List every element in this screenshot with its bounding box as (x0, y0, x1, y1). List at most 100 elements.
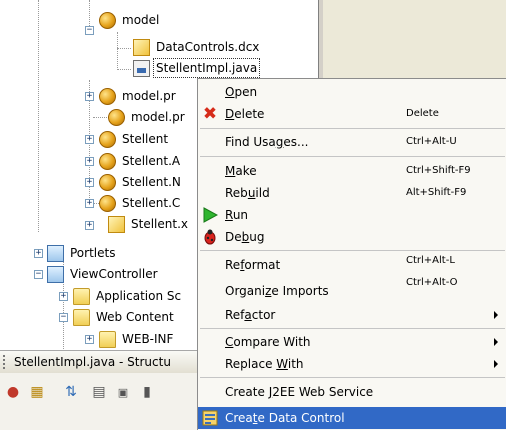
menu-item-reformat[interactable]: Reformat Ctrl+Alt-L (198, 254, 506, 276)
dcx-file-icon (133, 38, 150, 56)
submenu-arrow-icon (494, 360, 498, 368)
tree-node-application-sources[interactable]: Application Sc (73, 286, 183, 306)
menu-item-make[interactable]: Make Ctrl+Shift-F9 (198, 160, 506, 182)
package-icon (99, 130, 116, 148)
folder-icon (99, 330, 116, 348)
menu-separator (200, 128, 505, 129)
menu-separator (200, 377, 505, 378)
menu-item-rebuild[interactable]: Rebuild Alt+Shift-F9 (198, 182, 506, 204)
tree-node-label: Stellent.C (122, 196, 181, 210)
package-icon (108, 108, 125, 126)
menu-item-open[interactable]: Open (198, 81, 506, 103)
tree-connector (117, 69, 131, 70)
collapse-toggle[interactable]: − (59, 313, 68, 322)
tree-node-label: model (122, 13, 160, 27)
tree-node-label: Portlets (70, 246, 116, 260)
tree-node-label: Application Sc (96, 289, 182, 303)
tree-node-stellent-x[interactable]: Stellent.x (108, 214, 190, 234)
menu-separator (200, 250, 505, 251)
submenu-arrow-icon (494, 311, 498, 319)
menu-item-replace-with[interactable]: Replace With (198, 353, 506, 375)
tree-node-stellent-a[interactable]: Stellent.A (99, 151, 182, 171)
java-file-icon (133, 59, 150, 77)
menu-item-run[interactable]: Run (198, 204, 506, 226)
submenu-arrow-icon (494, 338, 498, 346)
menu-item-create-j2ee-web-service[interactable]: Create J2EE Web Service (198, 381, 506, 403)
tree-node-model-pr[interactable]: model.pr (108, 107, 187, 127)
collapse-toggle[interactable]: − (34, 270, 43, 279)
tree-connector (38, 0, 39, 232)
package-icon (99, 194, 116, 212)
tree-connector (117, 32, 118, 70)
tree-node-label: DataControls.dcx (156, 40, 260, 54)
structure-title-text: StellentImpl.java - Structu (14, 355, 171, 369)
drag-grip-icon[interactable] (3, 355, 11, 369)
shortcut-label: Alt+Shift-F9 (406, 187, 467, 198)
tree-node-label: ViewController (70, 267, 158, 281)
menu-item-create-data-control[interactable]: Create Data Control (198, 407, 506, 429)
tree-node-label: model.pr (131, 110, 185, 124)
package-icon (99, 173, 116, 191)
menu-separator (200, 156, 505, 157)
tree-connector (93, 117, 107, 118)
tree-node-label: Web Content (96, 310, 174, 324)
tree-node-label: Stellent.A (122, 154, 181, 168)
tree-node-datacontrols[interactable]: DataControls.dcx (133, 37, 261, 57)
tree-node-label: Stellent.N (122, 175, 181, 189)
tree-node-viewcontroller[interactable]: ViewController (47, 264, 160, 284)
tree-node-label: model.pr (122, 89, 176, 103)
expand-toggle[interactable]: + (85, 221, 94, 230)
debug-bug-icon (202, 229, 218, 245)
tree-connector (117, 48, 131, 49)
delete-x-icon: ✖ (202, 104, 218, 124)
folder-icon (73, 287, 90, 305)
menu-item-compare-with[interactable]: Compare With (198, 331, 506, 353)
expand-toggle[interactable]: + (85, 178, 94, 187)
run-icon (202, 207, 218, 223)
data-control-icon (202, 410, 218, 426)
tree-node-label: Stellent.x (131, 217, 188, 231)
dcx-file-icon (108, 215, 125, 233)
menu-item-delete[interactable]: ✖ Delete Delete (198, 103, 506, 125)
tree-node-web-content[interactable]: Web Content (73, 307, 176, 327)
pin-icon[interactable]: ● (2, 381, 24, 403)
tree-node-portlets[interactable]: Portlets (47, 243, 117, 263)
tree-node-model-pr[interactable]: model.pr (99, 86, 178, 106)
tree-node-stellent[interactable]: Stellent (99, 129, 170, 149)
expand-toggle[interactable]: + (85, 335, 94, 344)
shortcut-label: Ctrl+Alt-U (406, 136, 457, 147)
folder-icon (73, 308, 90, 326)
menu-item-organize-imports[interactable]: Organize Imports Ctrl+Alt-O (198, 276, 506, 298)
structure-toolbar: ● ▦ ⇅ ▤ ▣ ▮ (0, 373, 210, 430)
package-icon (99, 87, 116, 105)
menu-item-debug[interactable]: Debug (198, 226, 506, 248)
new-view-icon[interactable]: ▦ (26, 381, 48, 403)
tree-node-model[interactable]: model (99, 10, 161, 30)
project-icon (47, 244, 64, 262)
collapse-toggle[interactable]: − (85, 26, 94, 35)
tree-node-label: Stellent (122, 132, 169, 146)
tree-node-web-inf[interactable]: WEB-INF (99, 329, 175, 349)
expand-toggle[interactable]: + (85, 135, 94, 144)
expand-toggle[interactable]: + (85, 199, 94, 208)
package-icon (99, 11, 116, 29)
expand-toggle[interactable]: + (34, 249, 43, 258)
menu-item-refactor[interactable]: Refactor (198, 304, 506, 326)
tree-node-stellent-n[interactable]: Stellent.N (99, 172, 183, 192)
tree-node-label: WEB-INF (122, 332, 174, 346)
sort-icon[interactable]: ⇅ (60, 381, 82, 403)
show-members-icon[interactable]: ▤ (88, 381, 110, 403)
tree-node-stellentimpl[interactable]: StellentImpl.java (133, 58, 261, 78)
menu-item-find-usages[interactable]: Find Usages... Ctrl+Alt-U (198, 131, 506, 153)
shortcut-label: Ctrl+Shift-F9 (406, 165, 471, 176)
tree-node-stellent-c[interactable]: Stellent.C (99, 193, 182, 213)
show-fields-icon[interactable]: ▣ (112, 381, 134, 403)
expand-toggle[interactable]: + (85, 92, 94, 101)
expand-toggle[interactable]: + (59, 292, 68, 301)
context-menu: Open ✖ Delete Delete Find Usages... Ctrl… (197, 78, 506, 430)
expand-toggle[interactable]: + (85, 157, 94, 166)
toolbar-overflow-icon[interactable]: ▮ (136, 381, 158, 403)
structure-panel-title[interactable]: StellentImpl.java - Structu (0, 350, 210, 374)
shortcut-label: Ctrl+Alt-L (406, 255, 455, 266)
shortcut-label: Delete (406, 108, 439, 119)
